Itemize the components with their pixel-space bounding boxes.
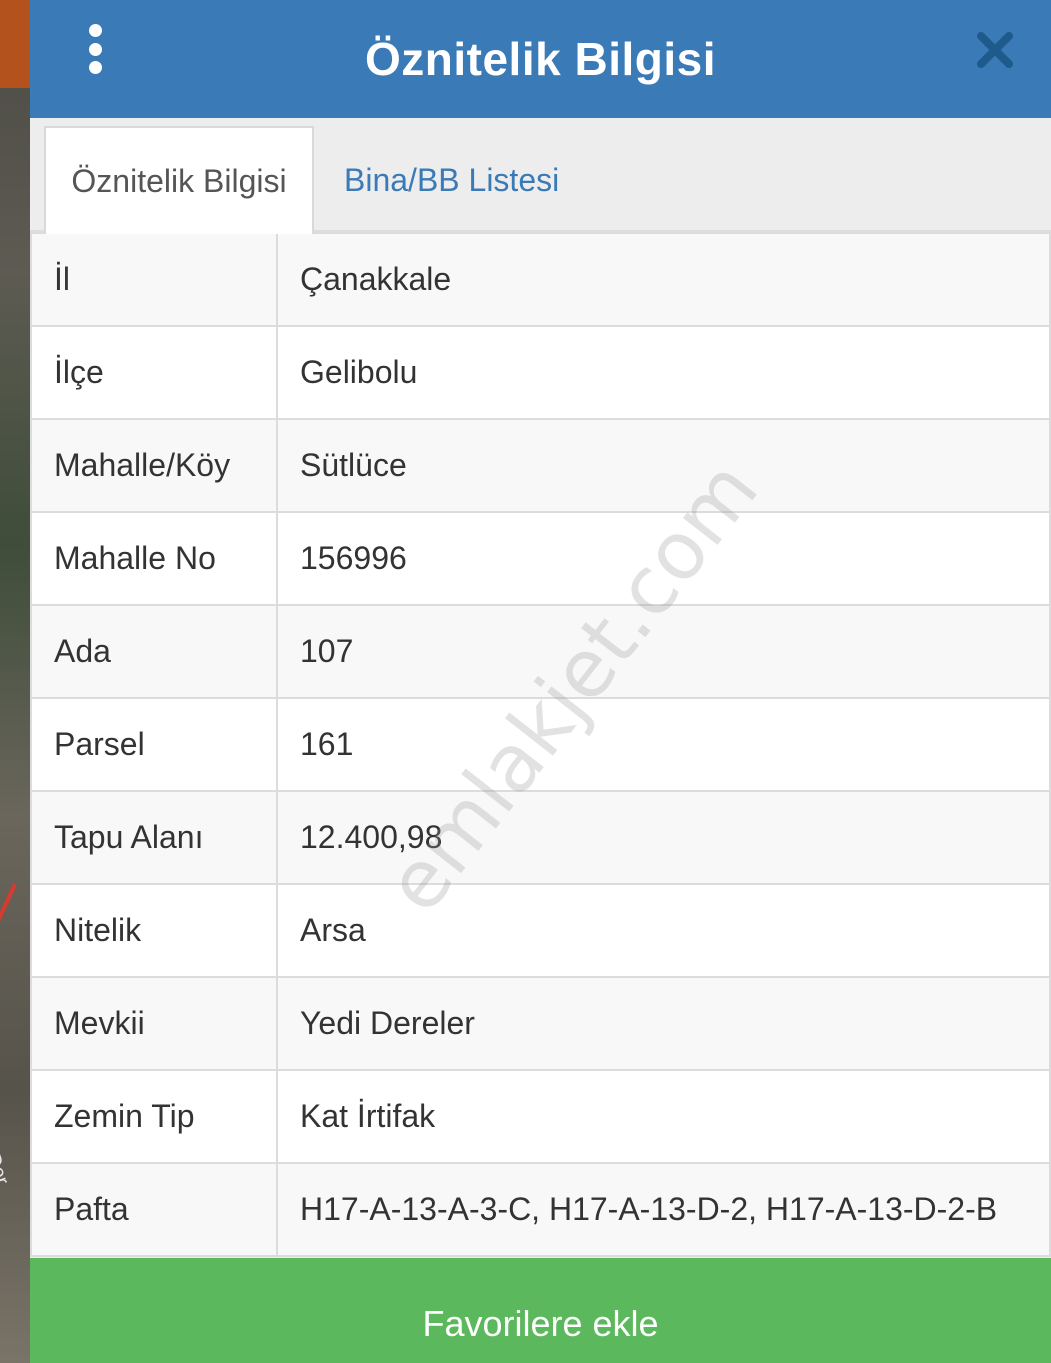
map-region [0,0,30,88]
tab-building-list[interactable]: Bina/BB Listesi [344,126,559,234]
attribute-key: Mahalle No [30,511,278,606]
table-row: İlçe Gelibolu [30,325,1051,420]
attribute-value: Gelibolu [276,325,1051,420]
attribute-value: 161 [276,697,1051,792]
table-row: Mahalle No 156996 [30,511,1051,606]
close-icon[interactable] [975,30,1015,70]
attribute-value: 107 [276,604,1051,699]
map-label: Der [0,1150,14,1188]
table-row: Tapu Alanı 12.400,98 [30,790,1051,885]
tab-attribute-info[interactable]: Öznitelik Bilgisi [44,126,314,234]
attribute-key: Pafta [30,1162,278,1257]
map-parcel-border [0,883,17,967]
attribute-key: Nitelik [30,883,278,978]
attribute-value: Yedi Dereler [276,976,1051,1071]
more-options-icon[interactable] [82,24,108,74]
attribute-key: Parsel [30,697,278,792]
table-row: Pafta H17-A-13-A-3-C, H17-A-13-D-2, H17-A… [30,1162,1051,1257]
table-row: Parsel 161 [30,697,1051,792]
table-row: Mahalle/Köy Sütlüce [30,418,1051,513]
attribute-key: Tapu Alanı [30,790,278,885]
attribute-table: İl Çanakkale İlçe Gelibolu Mahalle/Köy Sütlüc… [30,232,1051,1257]
tab-bar: Öznitelik Bilgisi Bina/BB Listesi [30,118,1051,234]
attribute-value: H17-A-13-A-3-C, H17-A-13-D-2, H17-A-13-D… [276,1162,1051,1257]
attribute-value: 156996 [276,511,1051,606]
attribute-key: İl [30,232,278,327]
attribute-key: Ada [30,604,278,699]
attribute-key: İlçe [30,325,278,420]
table-row: Mevkii Yedi Dereler [30,976,1051,1071]
table-row: İl Çanakkale [30,232,1051,327]
attribute-key: Mevkii [30,976,278,1071]
table-row: Nitelik Arsa [30,883,1051,978]
attribute-value: Arsa [276,883,1051,978]
map-background[interactable]: Der [0,0,30,1363]
table-row: Zemin Tip Kat İrtifak [30,1069,1051,1164]
attribute-key: Zemin Tip [30,1069,278,1164]
panel-title: Öznitelik Bilgisi [364,33,716,85]
attribute-key: Mahalle/Köy [30,418,278,513]
table-row: Ada 107 [30,604,1051,699]
attribute-value: Kat İrtifak [276,1069,1051,1164]
attribute-value: Çanakkale [276,232,1051,327]
attribute-value: Sütlüce [276,418,1051,513]
attribute-panel: Öznitelik Bilgisi Öznitelik Bilgisi Bina… [30,0,1051,1363]
attribute-value: 12.400,98 [276,790,1051,885]
panel-header: Öznitelik Bilgisi [30,0,1051,118]
add-to-favorites-button[interactable]: Favorilere ekle [30,1258,1051,1363]
